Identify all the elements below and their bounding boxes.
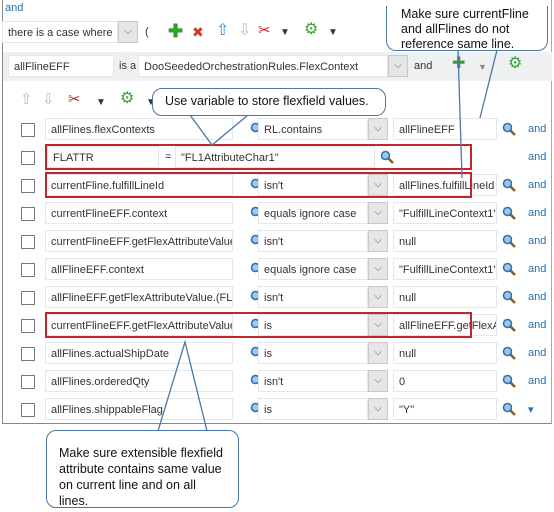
callout-top-right: Make sure currentFline and allFlines do … — [386, 6, 548, 51]
callout-middle: Use variable to store flexfield values. — [152, 88, 386, 116]
callout-bottom: Make sure extensible flexfield attribute… — [46, 430, 239, 508]
